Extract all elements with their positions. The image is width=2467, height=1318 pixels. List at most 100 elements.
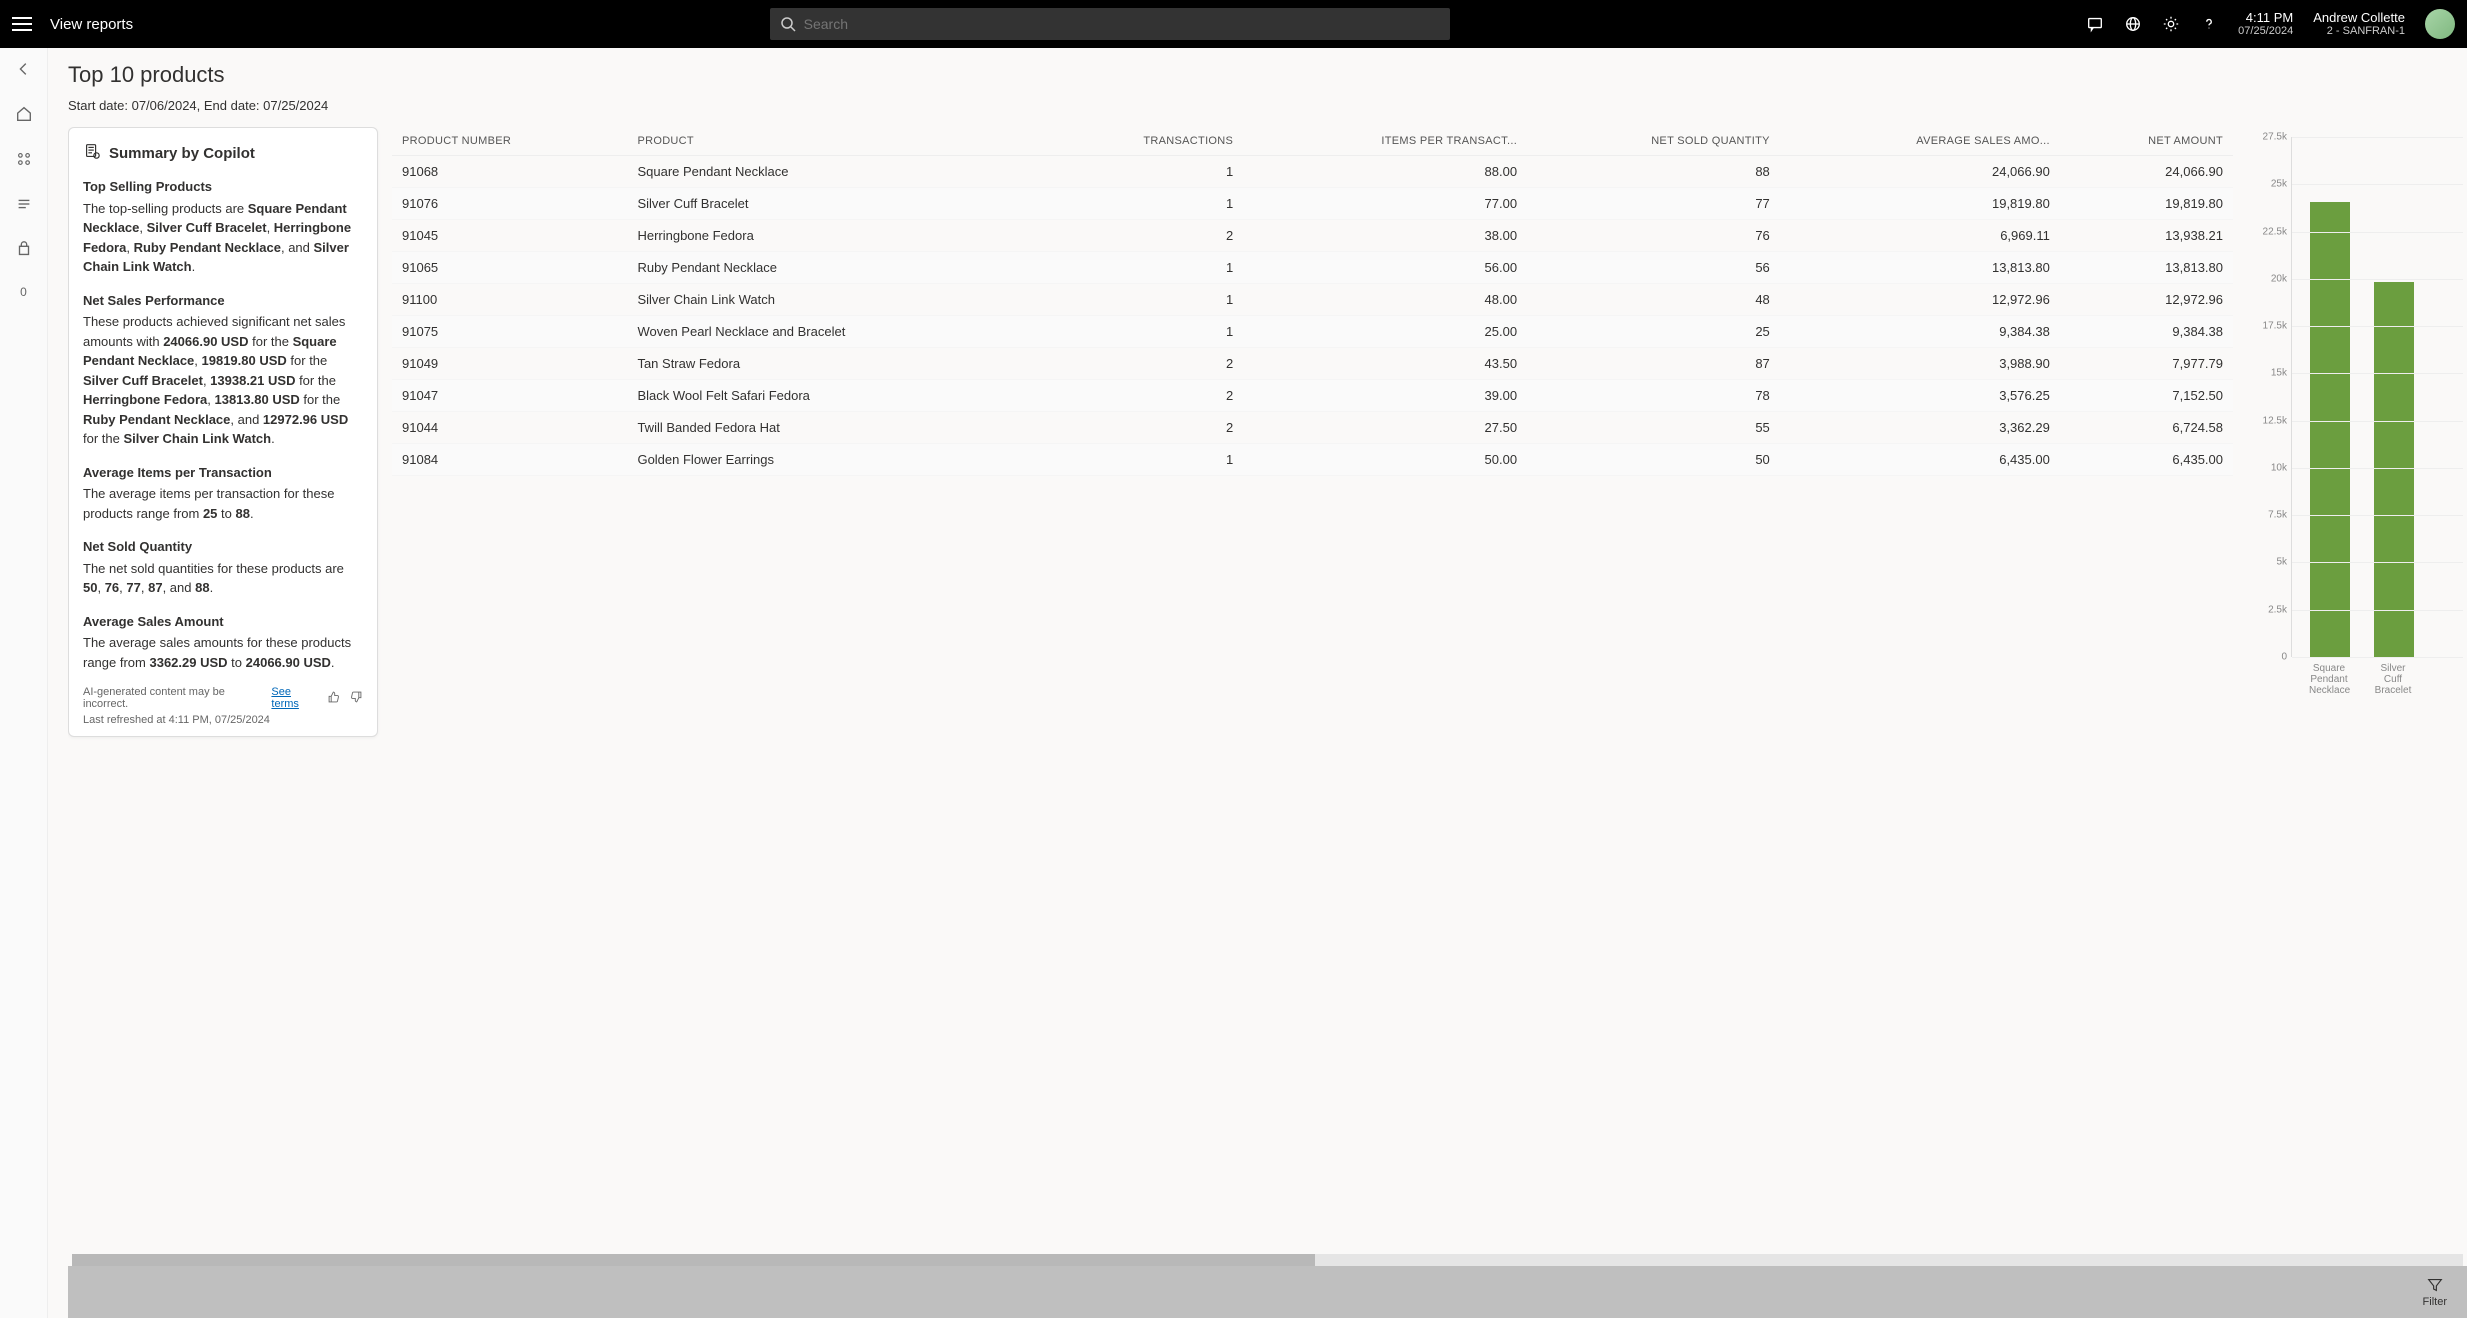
list-icon[interactable] — [15, 195, 33, 216]
chart-bar[interactable] — [2374, 282, 2414, 657]
cell: 19,819.80 — [1780, 188, 2060, 220]
cell: 91100 — [392, 284, 627, 316]
table-row[interactable]: 91076Silver Cuff Bracelet177.007719,819.… — [392, 188, 2233, 220]
cell: 43.50 — [1243, 348, 1527, 380]
cell: 56.00 — [1243, 252, 1527, 284]
cell: Woven Pearl Necklace and Bracelet — [627, 316, 1043, 348]
products-table: PRODUCT NUMBERPRODUCTTRANSACTIONSITEMS P… — [392, 127, 2233, 1254]
table-row[interactable]: 91049Tan Straw Fedora243.50873,988.907,9… — [392, 348, 2233, 380]
left-rail: 0 — [0, 48, 48, 1318]
cell: 48 — [1527, 284, 1780, 316]
y-tick: 22.5k — [2263, 226, 2287, 237]
col-header[interactable]: NET AMOUNT — [2060, 127, 2233, 156]
chat-icon[interactable] — [2086, 15, 2104, 33]
cell: 27.50 — [1243, 412, 1527, 444]
copilot-section-heading: Average Sales Amount — [83, 612, 363, 632]
filter-button[interactable]: Filter — [2423, 1276, 2447, 1308]
y-tick: 15k — [2271, 368, 2287, 379]
cell: Silver Chain Link Watch — [627, 284, 1043, 316]
y-tick: 10k — [2271, 462, 2287, 473]
cell: Tan Straw Fedora — [627, 348, 1043, 380]
cell: 91076 — [392, 188, 627, 220]
cell: 1 — [1043, 252, 1243, 284]
cell: 3,988.90 — [1780, 348, 2060, 380]
cell: 1 — [1043, 188, 1243, 220]
cell: 6,969.11 — [1780, 220, 2060, 252]
x-label: Square Pendant Necklace — [2309, 663, 2349, 696]
cell: 25 — [1527, 316, 1780, 348]
cell: 77.00 — [1243, 188, 1527, 220]
gear-icon[interactable] — [2162, 15, 2180, 33]
cell: 88 — [1527, 156, 1780, 188]
cell: 1 — [1043, 444, 1243, 476]
net-amount-chart: 02.5k5k7.5k10k12.5k15k17.5k20k22.5k25k27… — [2247, 127, 2467, 1254]
table-row[interactable]: 91065Ruby Pendant Necklace156.005613,813… — [392, 252, 2233, 284]
cell: 76 — [1527, 220, 1780, 252]
cell: 9,384.38 — [1780, 316, 2060, 348]
y-tick: 7.5k — [2268, 510, 2287, 521]
cell: 50.00 — [1243, 444, 1527, 476]
table-row[interactable]: 91075Woven Pearl Necklace and Bracelet12… — [392, 316, 2233, 348]
cell: 24,066.90 — [1780, 156, 2060, 188]
cell: 25.00 — [1243, 316, 1527, 348]
cell: 6,724.58 — [2060, 412, 2233, 444]
page-title: Top 10 products — [68, 62, 2467, 88]
copilot-section-text: The average items per transaction for th… — [83, 484, 363, 523]
cell: 50 — [1527, 444, 1780, 476]
cell: 39.00 — [1243, 380, 1527, 412]
hamburger-icon[interactable] — [12, 17, 32, 31]
thumbs-down-icon[interactable] — [349, 690, 363, 707]
table-row[interactable]: 91044Twill Banded Fedora Hat227.50553,36… — [392, 412, 2233, 444]
cell: 12,972.96 — [1780, 284, 2060, 316]
y-tick: 25k — [2271, 179, 2287, 190]
cell: Silver Cuff Bracelet — [627, 188, 1043, 220]
globe-icon[interactable] — [2124, 15, 2142, 33]
horizontal-scrollbar[interactable] — [72, 1254, 2463, 1266]
copilot-summary: Summary by Copilot Top Selling ProductsT… — [68, 127, 378, 737]
table-row[interactable]: 91047Black Wool Felt Safari Fedora239.00… — [392, 380, 2233, 412]
copilot-section-heading: Net Sales Performance — [83, 291, 363, 311]
col-header[interactable]: AVERAGE SALES AMO... — [1780, 127, 2060, 156]
cell: Golden Flower Earrings — [627, 444, 1043, 476]
modules-icon[interactable] — [15, 150, 33, 171]
home-icon[interactable] — [15, 105, 33, 126]
cell: 6,435.00 — [1780, 444, 2060, 476]
bag-icon[interactable] — [15, 240, 33, 261]
search-icon — [780, 16, 796, 35]
table-row[interactable]: 91068Square Pendant Necklace188.008824,0… — [392, 156, 2233, 188]
help-icon[interactable] — [2200, 15, 2218, 33]
col-header[interactable]: PRODUCT — [627, 127, 1043, 156]
copilot-section-text: The average sales amounts for these prod… — [83, 633, 363, 672]
table-row[interactable]: 91084Golden Flower Earrings150.00506,435… — [392, 444, 2233, 476]
see-terms-link[interactable]: See terms — [271, 686, 319, 710]
table-row[interactable]: 91100Silver Chain Link Watch148.004812,9… — [392, 284, 2233, 316]
search-input[interactable] — [770, 8, 1450, 40]
col-header[interactable]: TRANSACTIONS — [1043, 127, 1243, 156]
cell: 9,384.38 — [2060, 316, 2233, 348]
copilot-section-heading: Average Items per Transaction — [83, 463, 363, 483]
cell: Black Wool Felt Safari Fedora — [627, 380, 1043, 412]
cell: 2 — [1043, 412, 1243, 444]
copilot-section-heading: Top Selling Products — [83, 177, 363, 197]
copilot-icon — [83, 142, 101, 165]
col-header[interactable]: NET SOLD QUANTITY — [1527, 127, 1780, 156]
cell: 88.00 — [1243, 156, 1527, 188]
cell: 1 — [1043, 316, 1243, 348]
cell: Ruby Pendant Necklace — [627, 252, 1043, 284]
y-tick: 12.5k — [2263, 415, 2287, 426]
y-tick: 20k — [2271, 273, 2287, 284]
cell: 2 — [1043, 348, 1243, 380]
chart-bar[interactable] — [2310, 202, 2350, 657]
col-header[interactable]: PRODUCT NUMBER — [392, 127, 627, 156]
cell: 13,938.21 — [2060, 220, 2233, 252]
back-icon[interactable] — [15, 60, 33, 81]
cell: 2 — [1043, 380, 1243, 412]
cell: 1 — [1043, 156, 1243, 188]
table-row[interactable]: 91045Herringbone Fedora238.00766,969.111… — [392, 220, 2233, 252]
col-header[interactable]: ITEMS PER TRANSACT... — [1243, 127, 1527, 156]
avatar[interactable] — [2425, 9, 2455, 39]
cell: 91065 — [392, 252, 627, 284]
thumbs-up-icon[interactable] — [327, 690, 341, 707]
last-refresh: Last refreshed at 4:11 PM, 07/25/2024 — [83, 714, 363, 726]
y-tick: 0 — [2281, 652, 2287, 663]
